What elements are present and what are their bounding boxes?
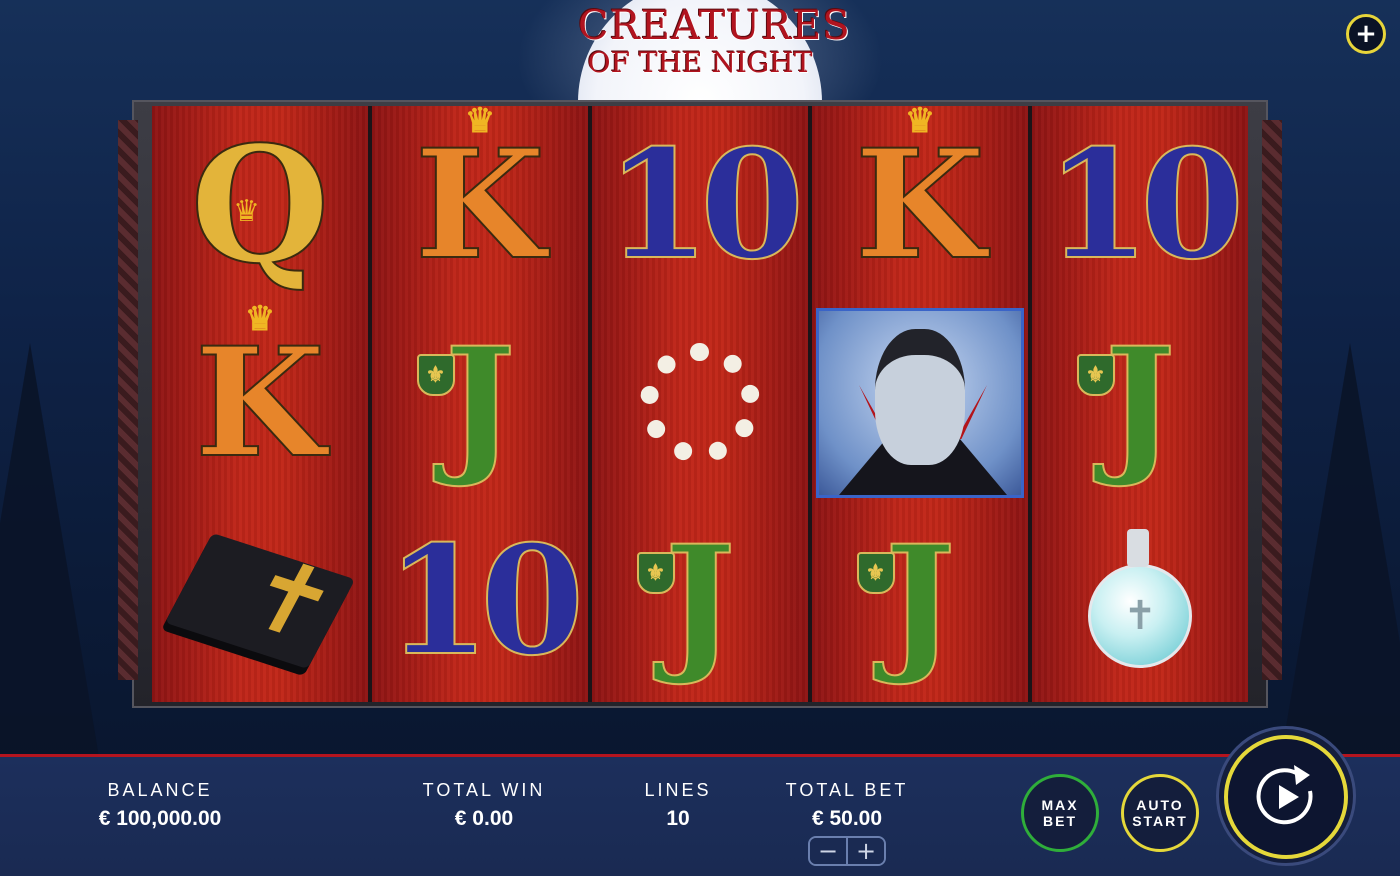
menu-button[interactable]: + [1346, 14, 1386, 54]
reel-cell: ⚜ J [1032, 304, 1248, 502]
bet-adjuster: − + [808, 836, 886, 866]
crown-icon: ♛ [464, 101, 496, 141]
total-bet-label: TOTAL BET [785, 780, 909, 800]
max-bet-label-1: MAX [1041, 797, 1079, 813]
crown-icon: ♛ [904, 101, 936, 141]
reel-cell: 10 [592, 106, 808, 304]
symbol-k: ♛ K [854, 101, 986, 293]
max-bet-button[interactable]: MAX BET [1021, 774, 1099, 852]
auto-start-button[interactable]: AUTO START [1121, 774, 1199, 852]
logo-line1: CREATURES [578, 3, 851, 49]
plus-icon: + [1355, 19, 1377, 49]
symbol-q: Q [189, 111, 330, 299]
game-logo: CREATURES OF THE NIGHT [578, 3, 851, 96]
crown-icon: ♛ [233, 194, 260, 229]
auto-start-label-2: START [1132, 813, 1188, 829]
reel-cell: 10 [372, 502, 588, 700]
reel-cell: ✝ [152, 502, 368, 700]
balance-display: BALANCE € 100,000.00 [60, 780, 260, 831]
symbol-10: 10 [605, 117, 806, 293]
symbol-vampire [816, 308, 1024, 498]
reel-cell: 10 [1032, 106, 1248, 304]
reel-cell: ♛ K [812, 101, 1028, 304]
vampire-face [875, 329, 965, 465]
lines-value: 10 [666, 807, 690, 830]
reel-cell: ⚜ J [592, 502, 808, 700]
reel-cell: ⚜ J [812, 502, 1028, 700]
fleur-de-lis-icon: ⚜ [636, 552, 675, 594]
reel-1: Q ♛ ♛ K ✝ [152, 106, 368, 702]
symbol-j: ⚜ J [416, 327, 516, 479]
symbol-j: ⚜ J [856, 525, 956, 677]
reel-cell: ♛ K [152, 299, 368, 502]
cross-icon: ✝ [222, 534, 359, 666]
max-bet-label-2: BET [1043, 813, 1077, 829]
fleur-de-lis-icon: ⚜ [416, 354, 455, 396]
reel-cell: ⚜ J [372, 304, 588, 502]
balance-value: € 100,000.00 [98, 807, 222, 830]
symbol-j: ⚜ J [636, 525, 736, 677]
symbol-holy-water: ✝ [1088, 529, 1192, 668]
tree-silhouette [0, 343, 100, 763]
reel-cell: ✝ [1032, 502, 1248, 700]
reel-cell [812, 304, 1028, 502]
tree-silhouette [1280, 343, 1400, 763]
total-win-display: TOTAL WIN € 0.00 [394, 780, 574, 831]
logo-line2: OF THE NIGHT [587, 46, 813, 79]
auto-start-label-1: AUTO [1136, 797, 1184, 813]
spin-play-icon [1256, 765, 1313, 825]
spin-button[interactable] [1224, 735, 1348, 859]
lines-display: LINES 10 [628, 780, 728, 831]
reel-5: 10 ⚜ J ✝ [1032, 106, 1248, 702]
bet-decrease-button[interactable]: − [810, 838, 846, 864]
lines-label: LINES [644, 780, 712, 800]
reel-cell: Q ♛ [152, 106, 368, 304]
symbol-garlic [640, 343, 760, 463]
reel-4: ♛ K ⚜ J [812, 101, 1028, 702]
reel-grid: Q ♛ ♛ K ✝ ♛ K ⚜ J 10 10 ⚜ J ♛ K ⚜ J 10 ⚜… [152, 101, 1248, 702]
total-bet-value: € 50.00 [811, 807, 883, 830]
reel-cell: ♛ K [372, 101, 588, 304]
crown-icon: ♛ [244, 299, 276, 339]
reel-2: ♛ K ⚜ J 10 [372, 101, 588, 702]
symbol-k: ♛ K [414, 101, 546, 293]
total-win-label: TOTAL WIN [422, 780, 546, 800]
bet-increase-button[interactable]: + [846, 838, 884, 864]
frame-ornament-right [1262, 120, 1282, 680]
symbol-holy-bible: ✝ [164, 532, 359, 670]
frame-ornament-left [118, 120, 138, 680]
total-bet-display: TOTAL BET € 50.00 [768, 780, 926, 831]
symbol-j: ⚜ J [1076, 327, 1176, 479]
fleur-de-lis-icon: ⚜ [1076, 354, 1115, 396]
symbol-10: 10 [1045, 117, 1246, 293]
fleur-de-lis-icon: ⚜ [856, 552, 895, 594]
symbol-10: 10 [385, 513, 586, 689]
cross-icon: ✝ [1123, 593, 1157, 639]
symbol-k: ♛ K [194, 299, 326, 491]
balance-label: BALANCE [107, 780, 213, 800]
reel-cell [592, 304, 808, 502]
total-win-value: € 0.00 [454, 807, 514, 830]
reel-3: 10 ⚜ J [592, 106, 808, 702]
